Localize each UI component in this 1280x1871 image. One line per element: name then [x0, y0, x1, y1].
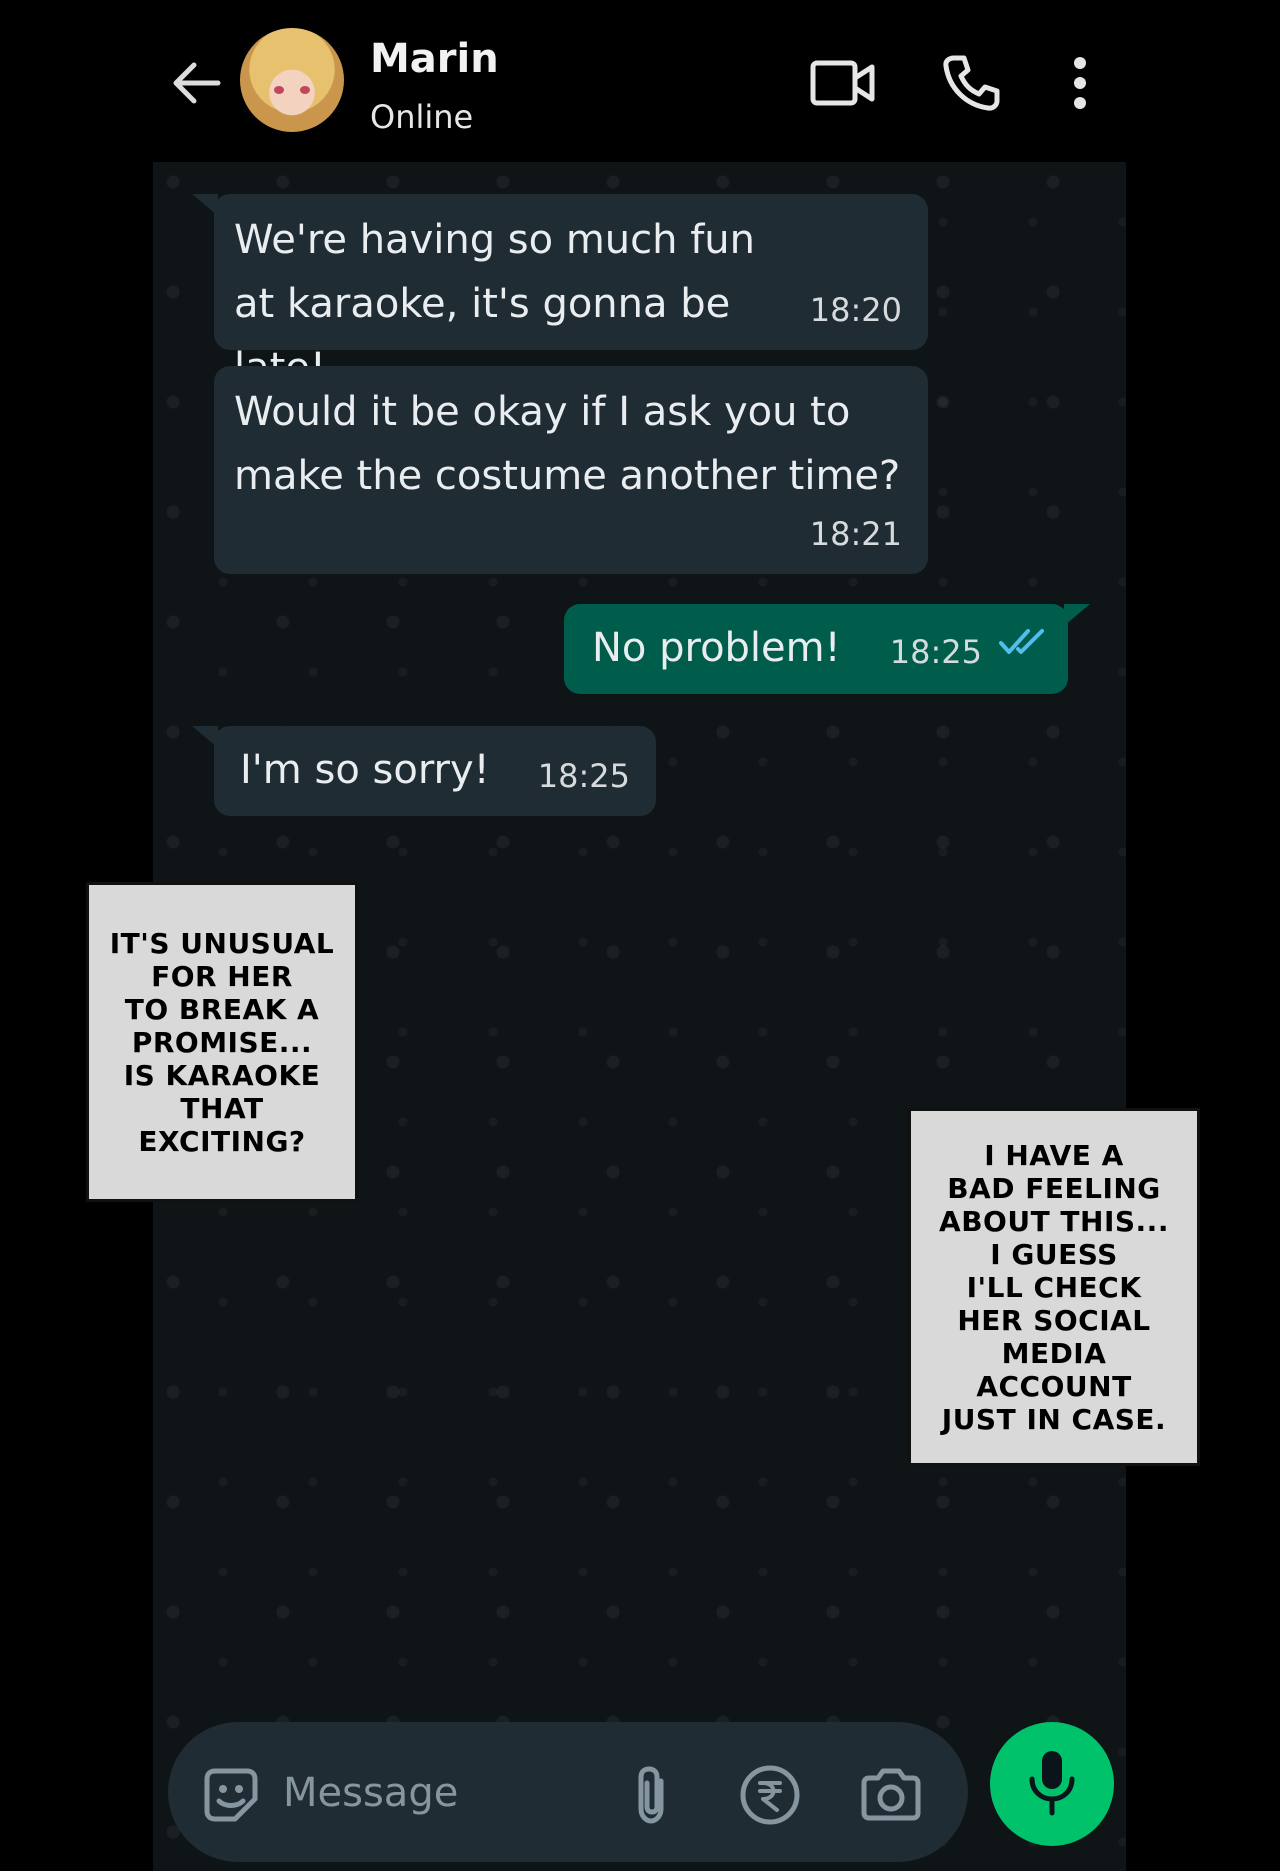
message-bubble-incoming[interactable]: Would it be okay if I ask you to make th…: [214, 366, 928, 574]
manga-caption-box: I have a bad feeling about this... I gue…: [908, 1108, 1200, 1466]
avatar[interactable]: [240, 28, 344, 132]
message-time: 18:25: [537, 757, 630, 795]
read-receipt-icon: [998, 612, 1046, 676]
message-time: 18:21: [809, 515, 902, 553]
message-time: 18:25: [889, 633, 982, 671]
message-bubble-incoming[interactable]: We're having so much fun at karaoke, it'…: [192, 194, 928, 391]
message-input[interactable]: Message: [283, 1770, 458, 1816]
more-options-icon[interactable]: [1062, 48, 1098, 118]
phone-icon[interactable]: [938, 48, 1004, 118]
microphone-icon: [1025, 1747, 1079, 1821]
microphone-button[interactable]: [990, 1722, 1114, 1846]
contact-status: Online: [370, 98, 474, 136]
camera-icon[interactable]: [856, 1760, 926, 1830]
message-bubble-outgoing[interactable]: No problem! 18:25: [564, 604, 1090, 694]
message-time: 18:20: [809, 291, 902, 329]
back-arrow-icon[interactable]: [170, 58, 222, 108]
contact-name[interactable]: Marin: [370, 36, 499, 82]
message-text: Would it be okay if I ask you to make th…: [234, 389, 901, 499]
sticker-icon[interactable]: [196, 1760, 266, 1830]
rupee-payment-icon[interactable]: [735, 1760, 805, 1830]
chat-header: Marin Online: [0, 0, 1280, 162]
manga-caption-box: It's unusual for her to break a promise.…: [86, 882, 358, 1202]
message-bubble-incoming[interactable]: I'm so sorry! 18:25: [192, 726, 656, 816]
attach-icon[interactable]: [616, 1760, 686, 1830]
video-call-icon[interactable]: [808, 48, 878, 118]
